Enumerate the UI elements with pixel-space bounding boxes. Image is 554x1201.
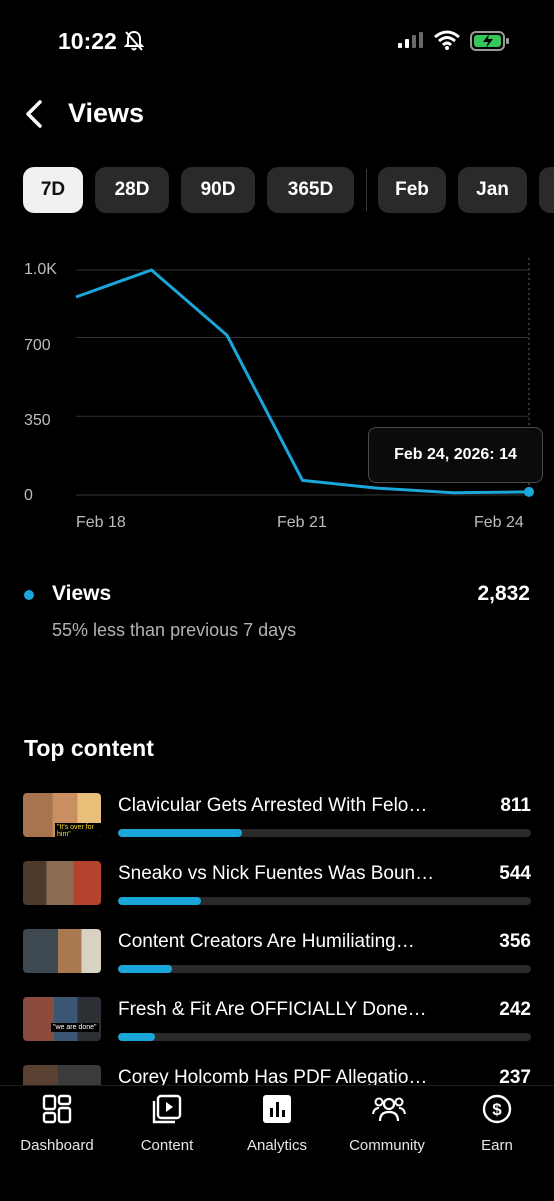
thumbnail-caption: "It's over for him" [55, 823, 101, 837]
analytics-icon [263, 1095, 291, 1123]
dashboard-icon [42, 1094, 72, 1124]
video-thumbnail: "It's over for him" [23, 793, 101, 837]
content-title: Content Creators Are Humiliating… [118, 931, 415, 952]
nav-dashboard[interactable]: Dashboard [2, 1094, 112, 1154]
nav-earn[interactable]: $ Earn [442, 1094, 552, 1154]
selected-point [524, 486, 534, 497]
tab-jan[interactable]: Jan [458, 167, 527, 213]
nav-label: Analytics [246, 1137, 308, 1154]
series-color-dot [24, 590, 34, 600]
content-count: 811 [500, 795, 531, 816]
period-tabs: 7D 28D 90D 365D Feb Jan [0, 167, 554, 213]
x-tick-label: Feb 24 [474, 514, 524, 531]
list-item[interactable]: Content Creators Are Humiliating… 356 [0, 929, 554, 989]
tab-90d[interactable]: 90D [181, 167, 255, 213]
views-bar-fill [118, 897, 201, 905]
nav-content[interactable]: Content [112, 1094, 222, 1154]
nav-label: Content [140, 1137, 194, 1154]
x-tick-label: Feb 21 [277, 514, 327, 531]
tab-28d[interactable]: 28D [95, 167, 169, 213]
svg-text:$: $ [492, 1100, 502, 1119]
battery-charging-icon [470, 31, 509, 51]
top-content-heading: Top content [24, 735, 154, 761]
views-summary: Views 2,832 55% less than previous 7 day… [0, 580, 554, 650]
video-thumbnail [23, 929, 101, 973]
tabs-divider [366, 169, 367, 211]
nav-label: Earn [481, 1137, 513, 1154]
summary-total: 2,832 [477, 582, 530, 605]
x-tick-label: Feb 18 [76, 514, 126, 531]
tab-7d[interactable]: 7D [23, 167, 83, 213]
chart-tooltip: Feb 24, 2026: 14 [368, 427, 543, 483]
content-title: Clavicular Gets Arrested With Felo… [118, 795, 428, 816]
tab-more-partial[interactable] [539, 167, 554, 213]
silent-bell-icon [124, 30, 144, 51]
views-bar-fill [118, 1033, 156, 1041]
wifi-icon [434, 30, 460, 50]
tab-feb[interactable]: Feb [378, 167, 446, 213]
nav-community[interactable]: Community [332, 1094, 442, 1154]
page-title: Views [68, 98, 145, 128]
views-bar-fill [118, 965, 172, 973]
list-item[interactable]: "we are done" Fresh & Fit Are OFFICIALLY… [0, 997, 554, 1057]
content-title: Fresh & Fit Are OFFICIALLY Done… [118, 999, 427, 1020]
signal-icon [398, 32, 423, 48]
views-bar [118, 897, 531, 905]
content-count: 242 [499, 999, 531, 1020]
community-icon [372, 1097, 406, 1122]
views-bar [118, 829, 531, 837]
content-count: 544 [499, 863, 531, 884]
earn-icon: $ [482, 1094, 512, 1124]
content-title: Sneako vs Nick Fuentes Was Boun… [118, 863, 435, 884]
page-header: Views [0, 95, 554, 135]
nav-label: Dashboard [20, 1137, 94, 1154]
bottom-navigation: Dashboard Content Analytics Community $ … [0, 1085, 554, 1201]
summary-label: Views [52, 582, 112, 605]
nav-analytics[interactable]: Analytics [222, 1094, 332, 1154]
views-bar-fill [118, 829, 242, 837]
status-bar: 10:22 [0, 0, 554, 80]
video-thumbnail [23, 861, 101, 905]
nav-label: Community [349, 1137, 425, 1154]
views-bar [118, 1033, 531, 1041]
views-chart: 1.0K 700 350 0 Feb 18 Feb 21 Feb 24 Feb … [0, 250, 554, 540]
list-item[interactable]: Sneako vs Nick Fuentes Was Boun… 544 [0, 861, 554, 921]
content-count: 356 [499, 931, 531, 952]
status-time: 10:22 [58, 28, 117, 54]
summary-comparison: 55% less than previous 7 days [52, 620, 297, 640]
views-bar [118, 965, 531, 973]
list-item[interactable]: "It's over for him" Clavicular Gets Arre… [0, 793, 554, 853]
back-arrow-icon[interactable] [22, 99, 46, 129]
thumbnail-caption: "we are done" [51, 1023, 99, 1032]
tab-365d[interactable]: 365D [267, 167, 354, 213]
video-thumbnail: "we are done" [23, 997, 101, 1041]
content-icon [152, 1094, 182, 1124]
